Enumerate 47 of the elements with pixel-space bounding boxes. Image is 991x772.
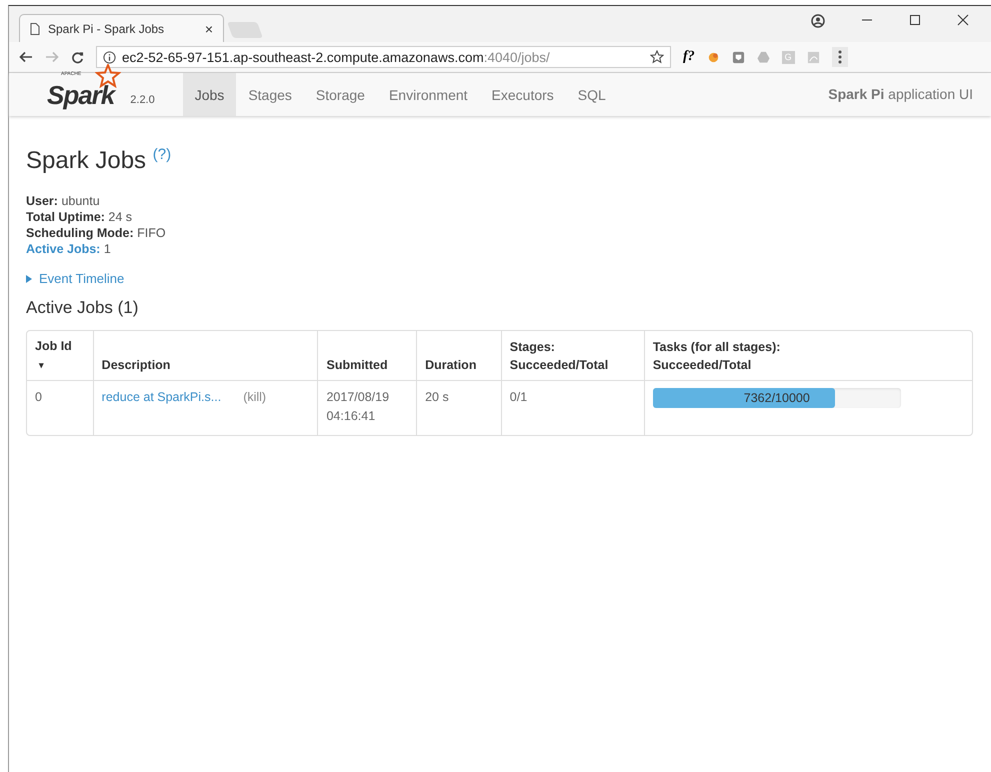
table-cell: 0 (27, 381, 94, 435)
column-header[interactable]: Submitted (318, 331, 418, 381)
summary-line: Total Uptime: 24 s (26, 209, 134, 225)
nav-tab[interactable]: Stages (236, 73, 304, 116)
extension-button[interactable]: f? (683, 49, 695, 65)
bookmark-star-icon[interactable] (650, 50, 664, 64)
page-title: Spark Jobs (26, 147, 146, 174)
nav-tab[interactable]: Executors (480, 73, 566, 116)
column-header[interactable]: Stages: Succeeded/Total (502, 331, 645, 381)
table-cell: 0/1 (502, 381, 645, 435)
expand-arrow-icon (26, 274, 33, 282)
description-link[interactable]: reduce at SparkPi.s... (102, 390, 222, 404)
application-title: Spark Pi application UI (828, 85, 974, 104)
summary-line: Scheduling Mode: FIFO (26, 225, 167, 241)
tab-title: Spark Pi - Spark Jobs (48, 22, 166, 36)
maximize-icon[interactable] (909, 14, 921, 26)
nav-tab[interactable]: Jobs (182, 73, 236, 116)
back-icon[interactable] (19, 51, 33, 63)
event-timeline-toggle[interactable]: Event Timeline (26, 271, 124, 286)
column-header[interactable]: Job Id ▾ (27, 331, 94, 381)
address-bar[interactable]: ec2-52-65-97-151.ap-southeast-2.compute.amazonaws.com:4040/jobs/ (96, 46, 671, 68)
section-title: Active Jobs (1) (26, 298, 140, 318)
nav-tab[interactable]: SQL (566, 73, 618, 116)
column-header[interactable]: Description (94, 331, 318, 381)
info-icon (103, 50, 116, 64)
summary-line[interactable]: Active Jobs: 1 (26, 241, 973, 257)
help-link[interactable]: (?) (152, 146, 172, 163)
progress-text: 7362/10000 (742, 390, 811, 407)
table-cell: 2017/08/19 04:16:41 (318, 381, 418, 435)
browser-tab[interactable]: Spark Pi - Spark Jobs × (19, 14, 224, 42)
close-icon[interactable] (957, 14, 969, 26)
nav-tab[interactable]: Environment (376, 73, 480, 116)
kill-link[interactable]: (kill) (243, 390, 266, 404)
version-label: 2.2.0 (130, 94, 155, 108)
column-header[interactable]: Tasks (for all stages): Succeeded/Total (644, 331, 972, 381)
column-header[interactable]: Duration (417, 331, 502, 381)
nav-tab[interactable]: Storage (304, 73, 377, 116)
extension-icon[interactable] (706, 50, 720, 64)
menu-icon[interactable] (832, 47, 848, 67)
close-tab-button[interactable]: × (204, 20, 213, 36)
page-icon (30, 22, 40, 34)
extension-icon[interactable] (732, 50, 745, 64)
reload-icon[interactable] (71, 50, 84, 64)
table-cell: 20 s (417, 381, 502, 435)
logo-wordmark: Spark (47, 82, 114, 108)
profile-icon[interactable] (811, 14, 825, 28)
summary-line: User: ubuntu (26, 193, 101, 209)
